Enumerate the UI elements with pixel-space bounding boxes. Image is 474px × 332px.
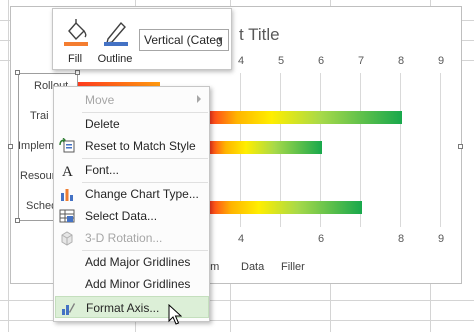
data-bar-training[interactable] [210,111,402,124]
category-label: Trai [30,110,49,122]
gridline [400,73,401,227]
menu-item-label: Move [85,93,115,107]
menu-item-label: Add Minor Gridlines [85,277,191,291]
x-tick-label-bottom: 9 [437,233,445,245]
data-bar-schedule[interactable] [210,201,362,214]
outline-button[interactable]: Outline [95,13,135,67]
menu-item-label: Font... [85,163,120,177]
select-data-icon [59,209,75,223]
menu-item-format-axis[interactable]: Format Axis... [55,296,209,318]
menu-item-add-minor-gridlines[interactable]: Add Minor Gridlines [55,273,209,295]
menu-item-label: Delete [85,117,120,131]
chart-type-icon [61,189,73,201]
paint-bucket-icon [64,19,88,46]
chart-element-select[interactable]: Vertical (Categ ▼ [139,29,229,51]
menu-item-label: Add Major Gridlines [85,255,191,269]
menu-item-label: Format Axis... [86,301,160,315]
axis-handle[interactable] [15,70,20,75]
svg-text:A: A [62,164,73,178]
gridline [440,73,441,227]
menu-item-reset-style[interactable]: Reset to Match Style [55,135,209,157]
pen-outline-icon [104,21,128,46]
chart-element-select-value: Vertical (Categ [144,33,223,47]
menu-item-select-data[interactable]: Select Data... [55,205,209,227]
submenu-arrow-icon [197,95,201,103]
fill-button[interactable]: Fill [55,13,95,67]
chart-title[interactable]: t Title [239,25,280,45]
menu-item-label: Change Chart Type... [85,187,199,201]
chevron-down-icon: ▼ [216,35,224,44]
x-tick-label-bottom: 6 [317,233,325,245]
menu-item-change-chart-type[interactable]: Change Chart Type... [55,183,209,205]
context-menu: Move Delete Reset to Match Style A Font.… [53,86,210,322]
menu-item-font[interactable]: A Font... [55,159,209,181]
mouse-pointer-icon [168,304,182,325]
3d-rotation-icon [61,231,73,246]
fill-label: Fill [67,53,83,65]
legend-item-data[interactable]: Data [241,261,264,273]
mini-format-toolbar: Fill Outline Vertical (Categ ▼ [52,8,232,70]
menu-item-move[interactable]: Move [55,89,209,111]
outline-label: Outline [97,53,133,65]
menu-item-add-major-gridlines[interactable]: Add Major Gridlines [55,251,209,273]
menu-item-label: Select Data... [85,209,158,223]
data-bar-implementation[interactable] [210,141,322,154]
menu-item-label: 3-D Rotation... [85,231,163,245]
menu-item-3d-rotation[interactable]: 3-D Rotation... [55,227,209,249]
x-tick-label: 6 [317,55,325,67]
category-label: Resour [20,170,56,182]
reset-style-icon [59,138,75,153]
x-tick-label: 7 [357,55,365,67]
format-axis-icon [62,303,75,315]
x-tick-label-bottom: 4 [237,233,245,245]
font-icon: A [62,164,73,178]
x-tick-label: 4 [237,55,245,67]
x-tick-label: 5 [277,55,285,67]
chart-resize-handle[interactable] [458,144,463,149]
x-tick-label: 9 [437,55,445,67]
axis-handle[interactable] [75,70,80,75]
x-tick-label-bottom: 8 [397,233,405,245]
chart-resize-handle[interactable] [8,144,13,149]
menu-item-label: Reset to Match Style [85,139,196,153]
x-tick-label: 8 [397,55,405,67]
menu-item-delete[interactable]: Delete [55,113,209,135]
legend-item-filler[interactable]: Filler [281,261,305,273]
axis-handle[interactable] [15,218,20,223]
